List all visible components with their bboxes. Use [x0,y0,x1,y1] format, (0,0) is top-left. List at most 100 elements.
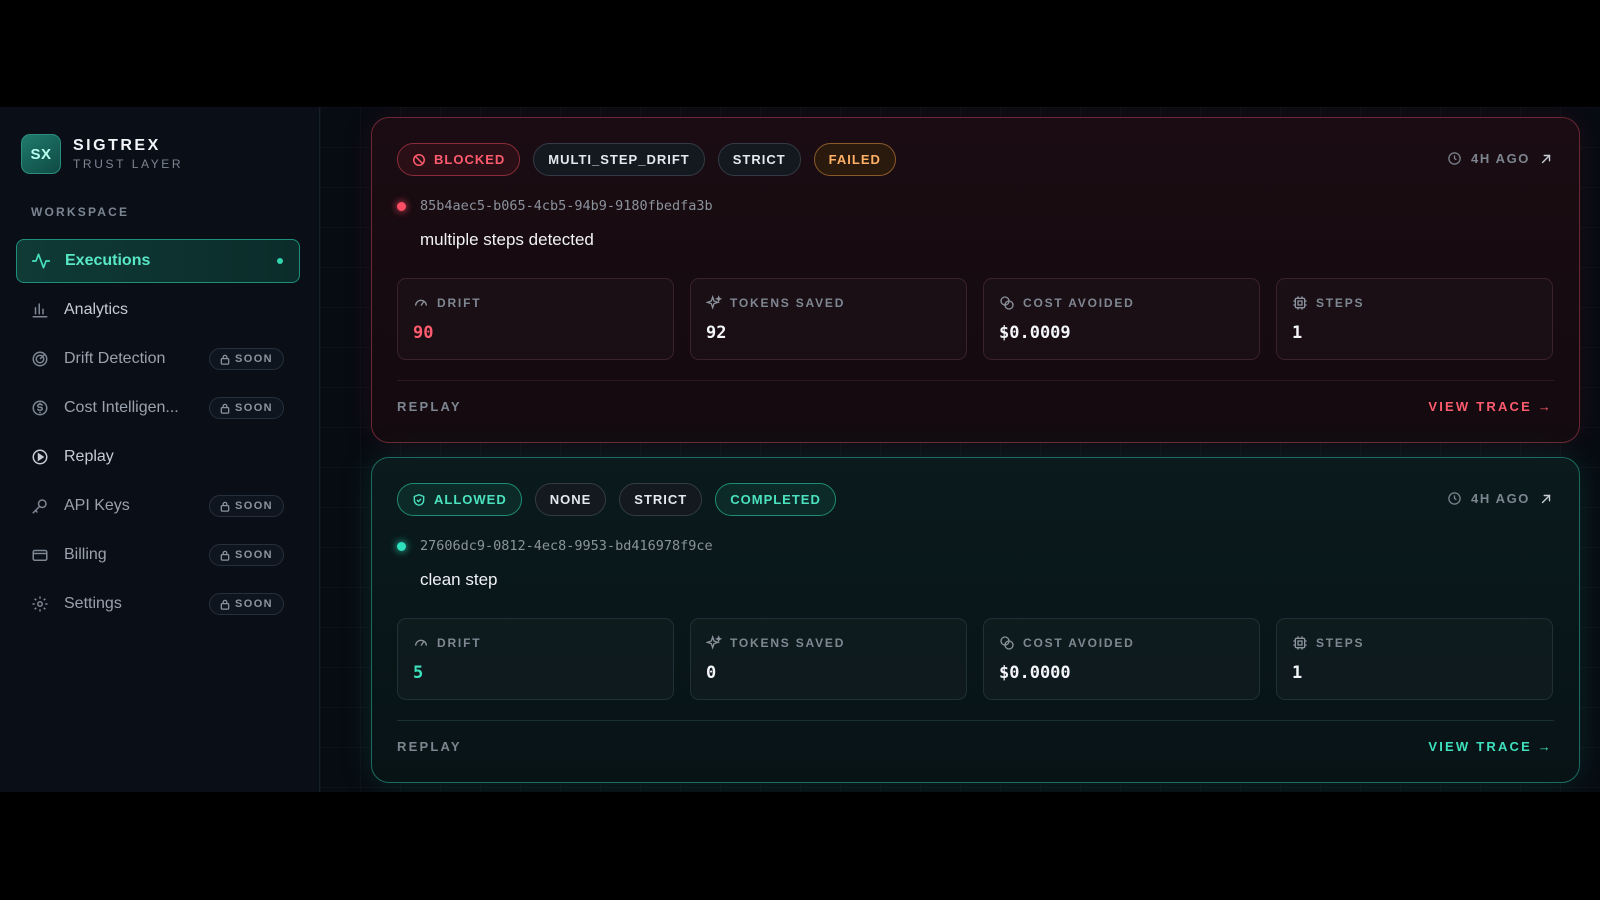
external-link-icon[interactable] [1539,492,1553,506]
stat-value-steps: 1 [1292,323,1303,343]
app-frame: SX SIGTREX TRUST LAYER WORKSPACE Executi… [0,107,1600,792]
external-link-icon[interactable] [1539,152,1553,166]
credit-card-icon [30,545,50,565]
coins-icon [999,295,1015,311]
stat-value-steps: 1 [1292,663,1303,683]
execution-card[interactable]: ALLOWED NONE STRICT COMPLETED 4H AGO 276… [371,457,1580,783]
stat-label-text: STEPS [1316,636,1365,650]
status-badge-allowed: ALLOWED [397,483,522,516]
stat-label: STEPS [1292,295,1537,311]
soon-label: SOON [235,598,273,610]
replay-button[interactable]: REPLAY [397,399,462,414]
execution-id-line: 85b4aec5-b065-4cb5-94b9-9180fbedfa3b [397,198,713,214]
execution-description: clean step [420,570,498,589]
execution-id[interactable]: 85b4aec5-b065-4cb5-94b9-9180fbedfa3b [420,198,713,214]
stat-drift: DRIFT 5 [397,618,674,700]
mode-badge: STRICT [717,143,801,176]
stat-label-text: TOKENS SAVED [730,296,846,310]
stat-label: COST AVOIDED [999,635,1244,651]
sidebar-item-executions[interactable]: Executions [16,239,300,283]
dollar-circle-icon [30,398,50,418]
cpu-icon [1292,295,1308,311]
status-dot [397,201,406,211]
status-dot [397,541,406,551]
stats-row: DRIFT 5 TOKENS SAVED 0 COST AVOIDED $0.0… [397,618,1553,700]
soon-badge: SOON [209,397,284,419]
clock-icon [1448,152,1461,165]
clock-icon [1448,492,1461,505]
sidebar-item-api-keys[interactable]: API Keys SOON [16,484,300,528]
sidebar-item-analytics[interactable]: Analytics [16,288,300,332]
status-label: BLOCKED [434,152,506,167]
mode-badge: STRICT [619,483,703,516]
stat-label: STEPS [1292,635,1537,651]
lock-icon [220,599,230,610]
execution-id[interactable]: 27606dc9-0812-4ec8-9953-bd416978f9ce [420,538,713,554]
bar-chart-icon [30,300,50,320]
view-trace-link[interactable]: VIEW TRACE → [1428,739,1553,754]
soon-label: SOON [235,402,273,414]
shield-check-icon [413,493,425,506]
reason-badge: NONE [534,483,607,516]
sidebar-item-billing[interactable]: Billing SOON [16,533,300,577]
lock-icon [220,354,230,365]
stat-label-text: DRIFT [437,636,482,650]
soon-label: SOON [235,549,273,561]
status-badge-blocked: BLOCKED [397,143,521,176]
execution-id-line: 27606dc9-0812-4ec8-9953-bd416978f9ce [397,538,713,554]
stat-value-cost: $0.0009 [999,323,1071,343]
cpu-icon [1292,635,1308,651]
brand-subtitle: TRUST LAYER [73,157,184,171]
sidebar-item-label: Settings [64,595,122,612]
stat-label: TOKENS SAVED [706,295,951,311]
radar-icon [30,349,50,369]
key-icon [30,496,50,516]
stat-label-text: STEPS [1316,296,1365,310]
lock-icon [220,403,230,414]
sidebar-item-label: Executions [65,252,151,269]
time-ago-label: 4H AGO [1471,491,1530,506]
stat-value-drift: 90 [413,323,434,343]
section-label-workspace: WORKSPACE [31,205,130,219]
execution-card[interactable]: BLOCKED MULTI_STEP_DRIFT STRICT FAILED 4… [371,117,1580,443]
stat-label-text: DRIFT [437,296,482,310]
brand[interactable]: SX SIGTREX TRUST LAYER [21,134,183,174]
stat-label-text: COST AVOIDED [1023,636,1135,650]
stat-value-drift: 5 [413,663,424,683]
sidebar-item-label: Replay [64,448,114,465]
lock-icon [220,501,230,512]
time-ago: 4H AGO [1447,151,1553,166]
sidebar-nav: Executions Analytics Drift Detection SOO… [16,239,300,631]
stat-value-tokens: 0 [706,663,717,683]
stat-tokens-saved: TOKENS SAVED 92 [690,278,967,360]
stat-cost-avoided: COST AVOIDED $0.0009 [983,278,1260,360]
lock-icon [220,550,230,561]
brand-logo: SX [21,134,61,174]
stat-label: COST AVOIDED [999,295,1244,311]
activity-icon [31,251,51,271]
execution-description: multiple steps detected [420,230,594,249]
replay-button[interactable]: REPLAY [397,739,462,754]
soon-badge: SOON [209,593,284,615]
sidebar-item-drift-detection[interactable]: Drift Detection SOON [16,337,300,381]
sparkles-icon [706,295,722,311]
sidebar-item-replay[interactable]: Replay [16,435,300,479]
result-badge: FAILED [813,143,896,176]
sidebar-item-settings[interactable]: Settings SOON [16,582,300,626]
badge-row: BLOCKED MULTI_STEP_DRIFT STRICT FAILED [397,143,896,176]
stat-value-cost: $0.0000 [999,663,1071,683]
play-circle-icon [30,447,50,467]
sidebar-item-label: API Keys [64,497,130,514]
stat-tokens-saved: TOKENS SAVED 0 [690,618,967,700]
sidebar-item-cost-intelligence[interactable]: Cost Intelligen... SOON [16,386,300,430]
card-divider [397,720,1554,721]
reason-badge: MULTI_STEP_DRIFT [533,143,705,176]
sidebar-item-label: Billing [64,546,107,563]
stat-drift: DRIFT 90 [397,278,674,360]
badge-row: ALLOWED NONE STRICT COMPLETED [397,483,836,516]
stats-row: DRIFT 90 TOKENS SAVED 92 COST AVOIDED $0… [397,278,1553,360]
ban-icon [413,153,425,166]
stat-steps: STEPS 1 [1276,278,1553,360]
view-trace-link[interactable]: VIEW TRACE → [1428,399,1553,414]
sidebar-item-label: Analytics [64,301,129,318]
